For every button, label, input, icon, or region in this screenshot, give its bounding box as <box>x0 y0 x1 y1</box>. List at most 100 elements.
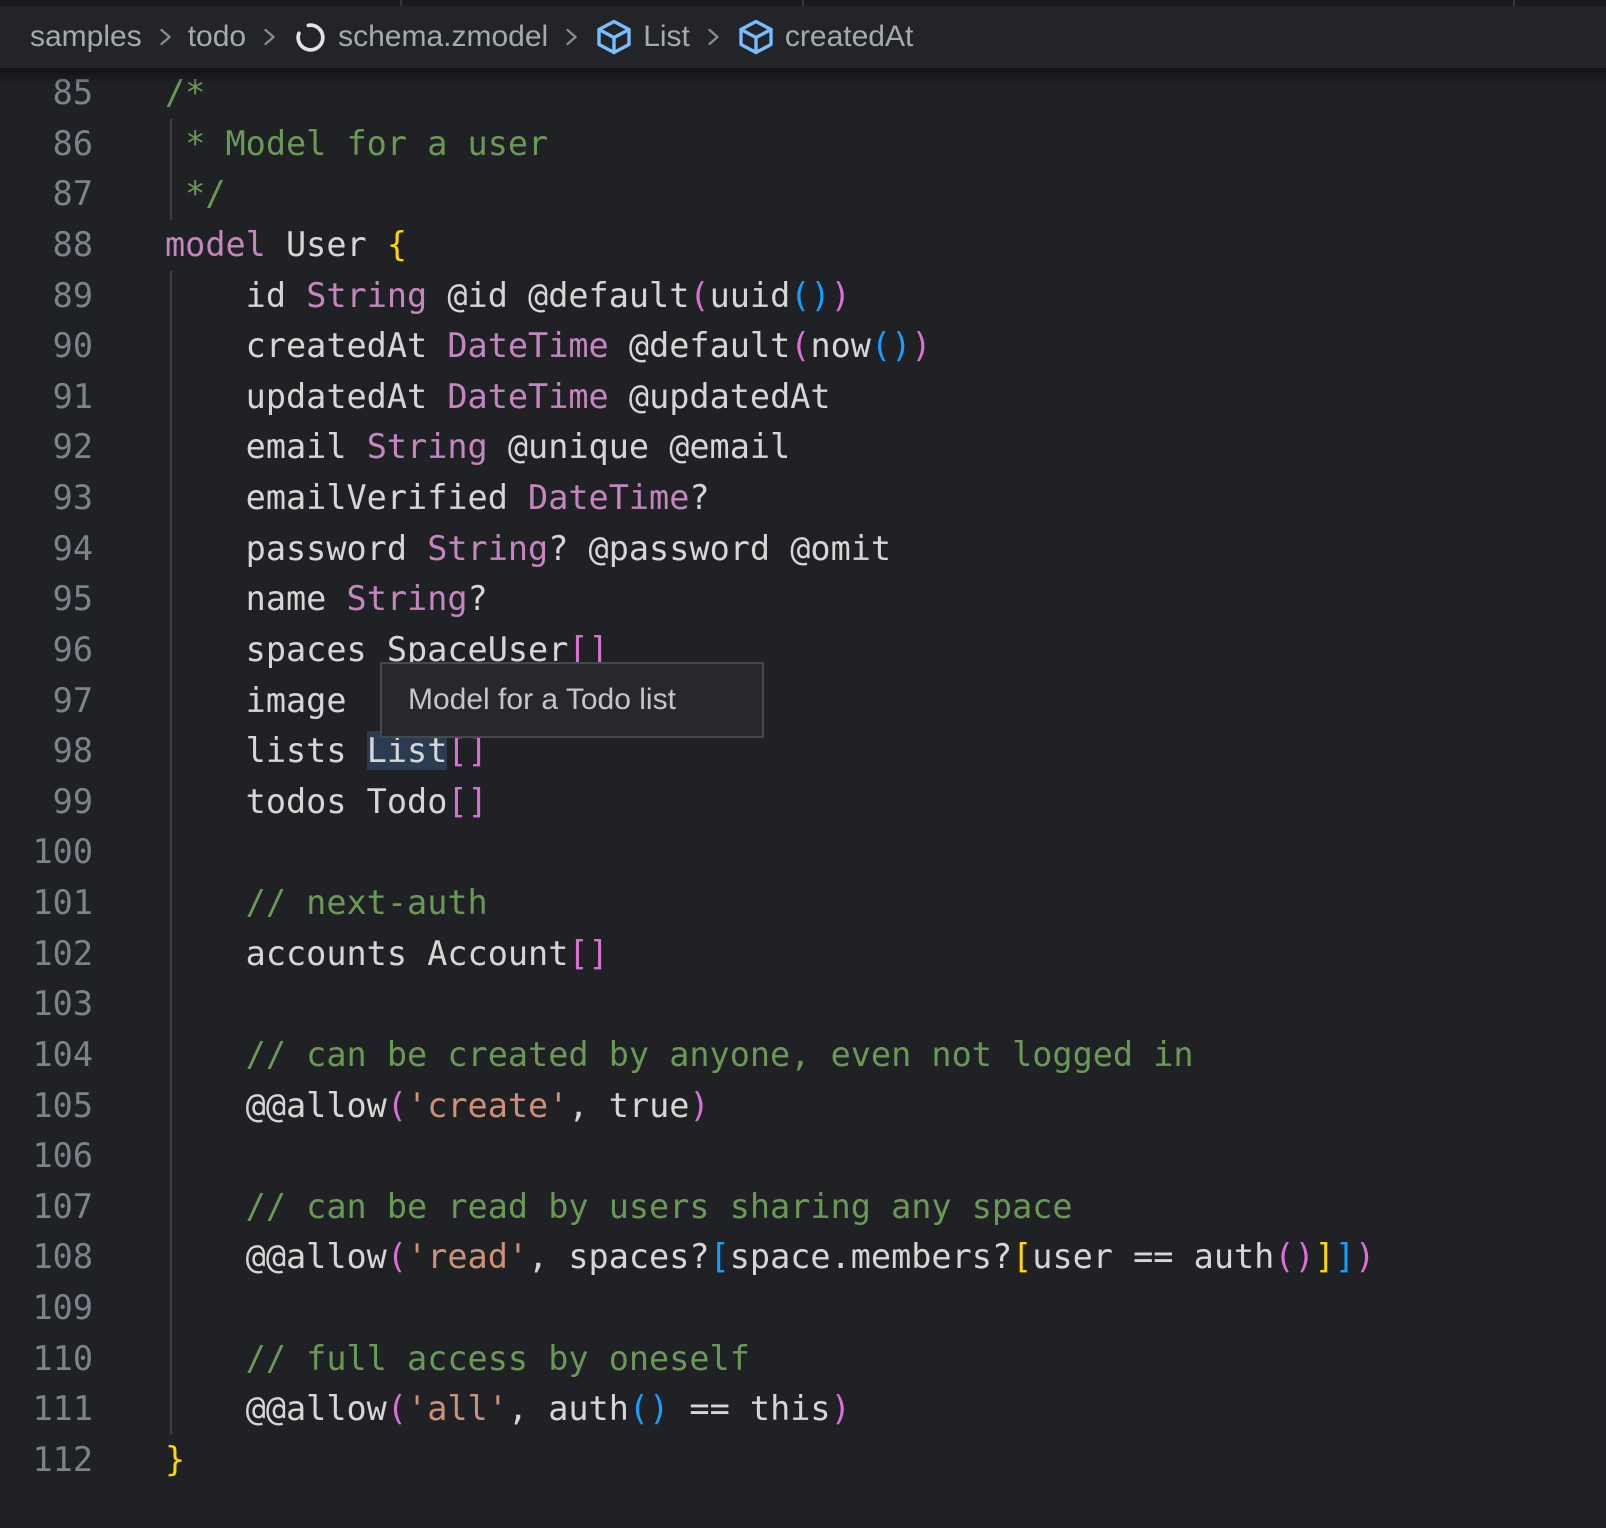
code-line-104[interactable]: 104 // can be created by anyone, even no… <box>0 1030 1606 1081</box>
code-line-89[interactable]: 89 id String @id @default(uuid()) <box>0 271 1606 322</box>
line-number: 101 <box>0 878 93 929</box>
line-number: 87 <box>0 169 93 220</box>
code-line-112[interactable]: 112} <box>0 1435 1606 1486</box>
code-text: */ <box>93 169 226 220</box>
line-number: 107 <box>0 1182 93 1233</box>
code-token: { <box>387 225 407 264</box>
code-token: // full access by oneself <box>165 1339 750 1378</box>
code-token: @default <box>609 326 791 365</box>
code-line-110[interactable]: 110 // full access by oneself <box>0 1334 1606 1385</box>
breadcrumb-item-todo[interactable]: todo <box>188 20 246 54</box>
breadcrumb-item-samples[interactable]: samples <box>30 20 142 54</box>
code-token: () <box>790 276 830 315</box>
code-text: // can be created by anyone, even not lo… <box>93 1030 1194 1081</box>
code-line-98[interactable]: 98 lists List[] <box>0 726 1606 777</box>
line-number: 109 <box>0 1283 93 1334</box>
code-text: updatedAt DateTime @updatedAt <box>93 372 831 423</box>
code-token: , true <box>568 1086 689 1125</box>
line-number: 112 <box>0 1435 93 1486</box>
chevron-right-icon <box>557 23 585 51</box>
code-token: id <box>165 276 306 315</box>
line-number: 98 <box>0 726 93 777</box>
code-line-102[interactable]: 102 accounts Account[] <box>0 929 1606 980</box>
code-line-94[interactable]: 94 password String? @password @omit <box>0 524 1606 575</box>
code-token: 'all' <box>407 1389 508 1428</box>
breadcrumb-item-schema-zmodel[interactable]: schema.zmodel <box>292 19 548 56</box>
code-token: space.members? <box>730 1237 1012 1276</box>
code-text: @@allow('all', auth() == this) <box>93 1384 851 1435</box>
breadcrumb-item-createdat[interactable]: createdAt <box>736 17 913 57</box>
code-line-96[interactable]: 96 spaces SpaceUser[] <box>0 625 1606 676</box>
code-line-92[interactable]: 92 email String @unique @email <box>0 422 1606 473</box>
code-line-93[interactable]: 93 emailVerified DateTime? <box>0 473 1606 524</box>
code-text: @@allow('read', spaces?[space.members?[u… <box>93 1232 1375 1283</box>
code-token: user == auth <box>1032 1237 1274 1276</box>
code-line-91[interactable]: 91 updatedAt DateTime @updatedAt <box>0 372 1606 423</box>
code-line-87[interactable]: 87 */ <box>0 169 1606 220</box>
code-token: ) <box>831 1389 851 1428</box>
code-line-103[interactable]: 103 <box>0 979 1606 1030</box>
breadcrumb-item-list[interactable]: List <box>594 17 690 57</box>
chevron-right-icon <box>151 23 179 51</box>
line-number: 104 <box>0 1030 93 1081</box>
code-token: ) <box>831 276 851 315</box>
code-text: /* <box>93 68 205 119</box>
code-token: ? <box>468 579 488 618</box>
sync-icon <box>292 19 329 56</box>
breadcrumb-label: List <box>643 20 690 54</box>
code-line-107[interactable]: 107 // can be read by users sharing any … <box>0 1182 1606 1233</box>
line-number: 94 <box>0 524 93 575</box>
code-line-105[interactable]: 105 @@allow('create', true) <box>0 1081 1606 1132</box>
line-number: 111 <box>0 1384 93 1435</box>
code-text: model User { <box>93 220 407 271</box>
code-token: String <box>306 276 427 315</box>
code-line-97[interactable]: 97 image <box>0 676 1606 727</box>
line-number: 97 <box>0 676 93 727</box>
code-text: // next-auth <box>93 878 488 929</box>
code-line-100[interactable]: 100 <box>0 827 1606 878</box>
cube-icon <box>736 17 776 57</box>
code-token: == this <box>669 1389 830 1428</box>
line-number: 108 <box>0 1232 93 1283</box>
code-token: DateTime <box>447 377 608 416</box>
line-number: 85 <box>0 68 93 119</box>
code-token: String <box>347 579 468 618</box>
code-line-109[interactable]: 109 <box>0 1283 1606 1334</box>
code-text <box>93 1283 165 1334</box>
code-text: image <box>93 676 347 727</box>
code-line-106[interactable]: 106 <box>0 1131 1606 1182</box>
code-token: [] <box>568 934 608 973</box>
line-number: 89 <box>0 271 93 322</box>
code-token: // can be read by users sharing any spac… <box>165 1187 1073 1226</box>
code-line-108[interactable]: 108 @@allow('read', spaces?[space.member… <box>0 1232 1606 1283</box>
code-line-99[interactable]: 99 todos Todo[] <box>0 777 1606 828</box>
code-text: @@allow('create', true) <box>93 1081 710 1132</box>
code-token: DateTime <box>528 478 689 517</box>
code-token: ] <box>1335 1237 1355 1276</box>
code-line-86[interactable]: 86 * Model for a user <box>0 119 1606 170</box>
code-token: String <box>427 529 548 568</box>
code-text: id String @id @default(uuid()) <box>93 271 851 322</box>
code-line-88[interactable]: 88model User { <box>0 220 1606 271</box>
code-token: @@allow <box>165 1237 387 1276</box>
code-line-111[interactable]: 111 @@allow('all', auth() == this) <box>0 1384 1606 1435</box>
code-lines: 85/*86 * Model for a user87 */88model Us… <box>0 68 1606 1486</box>
code-token: String <box>367 427 488 466</box>
code-token: todos Todo <box>165 782 447 821</box>
code-line-85[interactable]: 85/* <box>0 68 1606 119</box>
code-token: ? <box>689 478 709 517</box>
line-number: 93 <box>0 473 93 524</box>
code-token: () <box>629 1389 669 1428</box>
code-line-101[interactable]: 101 // next-auth <box>0 878 1606 929</box>
code-line-90[interactable]: 90 createdAt DateTime @default(now()) <box>0 321 1606 372</box>
line-number: 106 <box>0 1131 93 1182</box>
code-token: updatedAt <box>165 377 447 416</box>
chevron-right-icon <box>255 23 283 51</box>
code-token: model <box>165 225 266 264</box>
code-token: () <box>871 326 911 365</box>
code-token: @updatedAt <box>609 377 831 416</box>
code-line-95[interactable]: 95 name String? <box>0 574 1606 625</box>
breadcrumb-label: createdAt <box>785 20 913 54</box>
code-editor[interactable]: 85/*86 * Model for a user87 */88model Us… <box>0 68 1606 1528</box>
code-token: () <box>1274 1237 1314 1276</box>
